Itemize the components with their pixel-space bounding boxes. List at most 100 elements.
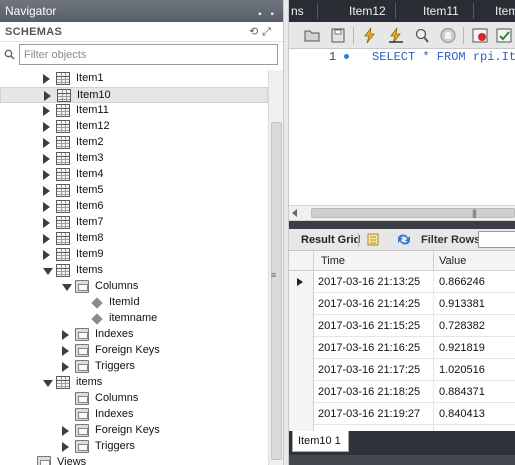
collapsed-arrow-icon[interactable] — [62, 362, 69, 372]
collapsed-arrow-icon[interactable] — [43, 74, 50, 84]
table-row[interactable]: 2017-03-16 21:19:27 0.840413 — [289, 403, 515, 425]
tree-row[interactable]: Item2 — [0, 135, 268, 151]
filter-rows-input[interactable] — [478, 231, 515, 248]
cell-value[interactable]: 0.728382 — [439, 320, 485, 332]
collapsed-arrow-icon[interactable] — [43, 106, 50, 116]
cell-value[interactable]: 0.913381 — [439, 298, 485, 310]
tree-row[interactable]: Item10 — [0, 87, 268, 103]
tree-row[interactable]: Columns — [0, 391, 268, 407]
tree-row[interactable]: items — [0, 375, 268, 391]
row-selector[interactable] — [289, 381, 314, 403]
table-row[interactable]: 2017-03-16 21:15:25 0.728382 — [289, 315, 515, 337]
cell-value[interactable]: 0.884371 — [439, 386, 485, 398]
execute-current-icon[interactable] — [387, 27, 405, 44]
expanded-arrow-icon[interactable] — [62, 284, 72, 291]
cell-time[interactable]: 2017-03-16 21:17:25 — [318, 364, 420, 376]
tree-row[interactable]: Item6 — [0, 199, 268, 215]
table-row[interactable]: 2017-03-16 21:16:25 0.921819 — [289, 337, 515, 359]
row-selector[interactable] — [289, 403, 314, 425]
tree-row[interactable]: Item11 — [0, 103, 268, 119]
tree-row[interactable]: itemname — [0, 311, 268, 327]
tree-row[interactable]: Indexes — [0, 407, 268, 423]
toggle-icon[interactable] — [495, 27, 513, 44]
collapsed-arrow-icon[interactable] — [43, 122, 50, 132]
tree-row[interactable]: ItemId — [0, 295, 268, 311]
tree-row[interactable]: Views — [0, 455, 268, 465]
tree-row[interactable]: Item8 — [0, 231, 268, 247]
cell-time[interactable]: 2017-03-16 21:16:25 — [318, 342, 420, 354]
tree-row[interactable]: Foreign Keys — [0, 343, 268, 359]
filter-objects-input[interactable] — [19, 44, 278, 65]
tree-row[interactable]: Item4 — [0, 167, 268, 183]
form-view-icon[interactable] — [367, 233, 379, 246]
collapsed-arrow-icon[interactable] — [62, 426, 69, 436]
result-grid-button[interactable]: Result Grid — [301, 234, 360, 246]
table-row[interactable]: 2017-03-16 21:17:25 1.020516 — [289, 359, 515, 381]
explain-magnifier-icon[interactable] — [413, 27, 431, 44]
tree-row[interactable]: Triggers — [0, 359, 268, 375]
tree-row[interactable]: Foreign Keys — [0, 423, 268, 439]
expanded-arrow-icon[interactable] — [43, 380, 53, 387]
collapsed-arrow-icon[interactable] — [43, 170, 50, 180]
tree-row[interactable]: Triggers — [0, 439, 268, 455]
tab-item[interactable]: Item — [495, 0, 515, 22]
wrap-cell-content-icon[interactable] — [396, 233, 412, 246]
collapsed-arrow-icon[interactable] — [62, 330, 69, 340]
collapsed-arrow-icon[interactable] — [43, 250, 50, 260]
scroll-left-arrow-icon[interactable] — [292, 209, 297, 217]
row-selector[interactable] — [289, 315, 314, 337]
tree-row[interactable]: Item12 — [0, 119, 268, 135]
collapsed-arrow-icon[interactable] — [43, 154, 50, 164]
table-row[interactable]: 2017-03-16 21:18:25 0.884371 — [289, 381, 515, 403]
collapsed-arrow-icon[interactable] — [62, 442, 69, 452]
cell-value[interactable]: 1.020516 — [439, 364, 485, 376]
column-header-time[interactable]: Time — [321, 255, 345, 267]
cell-value[interactable]: 0.840413 — [439, 408, 485, 420]
pane-divider[interactable] — [289, 221, 515, 229]
sql-code-line[interactable]: SELECT * FROM rpi.Item — [372, 50, 515, 64]
tab-item12[interactable]: Item12 — [349, 0, 386, 22]
tree-row[interactable]: Item1 — [0, 71, 268, 87]
collapsed-arrow-icon[interactable] — [44, 91, 51, 101]
cell-time[interactable]: 2017-03-16 21:18:25 — [318, 386, 420, 398]
result-tab[interactable]: Item10 1 — [292, 431, 349, 452]
column-divider[interactable] — [433, 251, 434, 271]
save-icon[interactable] — [329, 27, 347, 44]
cell-value[interactable]: 0.921819 — [439, 342, 485, 354]
editor-scrollbar-thumb[interactable]: ||| — [311, 208, 515, 218]
open-folder-icon[interactable] — [303, 27, 321, 44]
tree-row[interactable]: Item5 — [0, 183, 268, 199]
cell-time[interactable]: 2017-03-16 21:14:25 — [318, 298, 420, 310]
sql-editor[interactable]: 1 SELECT * FROM rpi.Item — [289, 49, 515, 205]
row-selector[interactable] — [289, 337, 314, 359]
expanded-arrow-icon[interactable] — [43, 268, 53, 275]
row-selector[interactable] — [289, 293, 314, 315]
column-header-value[interactable]: Value — [439, 255, 466, 267]
collapsed-arrow-icon[interactable] — [62, 346, 69, 356]
stop-hand-icon[interactable] — [439, 27, 457, 44]
collapsed-arrow-icon[interactable] — [43, 218, 50, 228]
collapsed-arrow-icon[interactable] — [43, 186, 50, 196]
collapsed-arrow-icon[interactable] — [43, 138, 50, 148]
collapsed-arrow-icon[interactable] — [43, 234, 50, 244]
tree-row[interactable]: Items — [0, 263, 268, 279]
tree-row[interactable]: Columns — [0, 279, 268, 295]
cell-time[interactable]: 2017-03-16 21:19:27 — [318, 408, 420, 420]
tree-row[interactable]: Indexes — [0, 327, 268, 343]
tree-row[interactable]: Item7 — [0, 215, 268, 231]
table-row[interactable]: 2017-03-16 21:14:25 0.913381 — [289, 293, 515, 315]
table-row[interactable]: 2017-03-16 21:13:25 0.866246 — [289, 271, 515, 293]
tab-item11[interactable]: Item11 — [423, 0, 459, 22]
row-selector[interactable] — [289, 359, 314, 381]
tab-partial[interactable]: ns — [291, 0, 304, 22]
navigator-scrollbar-thumb[interactable] — [271, 122, 282, 460]
navigator-scrollbar[interactable] — [268, 70, 283, 465]
execute-lightning-icon[interactable] — [361, 27, 379, 44]
editor-horizontal-scrollbar[interactable]: ||| — [289, 205, 515, 221]
cell-time[interactable]: 2017-03-16 21:13:25 — [318, 276, 420, 288]
collapsed-arrow-icon[interactable] — [43, 202, 50, 212]
refresh-icon[interactable]: ⟲⤢ — [249, 25, 275, 39]
tree-row[interactable]: Item3 — [0, 151, 268, 167]
cell-value[interactable]: 0.866246 — [439, 276, 485, 288]
tree-row[interactable]: Item9 — [0, 247, 268, 263]
